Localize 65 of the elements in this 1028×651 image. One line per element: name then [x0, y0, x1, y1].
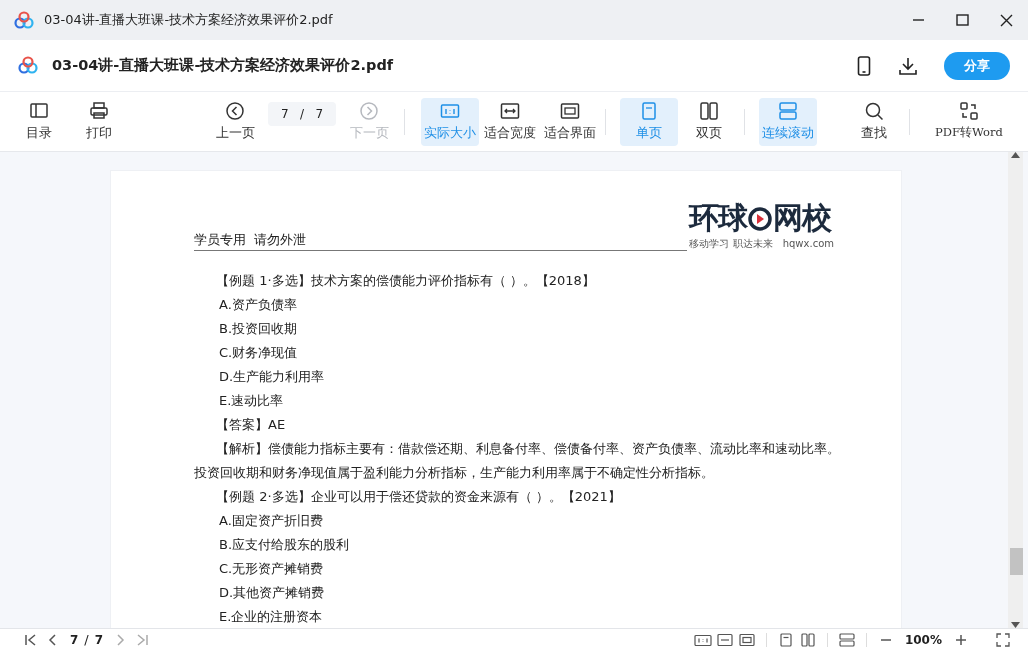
close-icon: [999, 13, 1013, 27]
logo-url: hqwx.com: [782, 237, 834, 251]
plus-icon: [954, 633, 968, 647]
double-page-icon: [699, 100, 719, 121]
fit-width-icon: [716, 633, 733, 647]
file-title: 03-04讲-直播大班课-技术方案经济效果评价2.pdf: [52, 55, 395, 75]
toolbar-button[interactable]: 双页: [680, 97, 738, 146]
toolbar-button[interactable]: 查找: [845, 97, 903, 146]
option-text: A.资产负债率: [218, 296, 298, 314]
question-text: 【答案】AE: [215, 416, 287, 434]
convert-icon: [959, 101, 979, 122]
toolbar-button[interactable]: 打印: [70, 97, 128, 146]
toolbar-button[interactable]: 适合界面: [541, 97, 599, 146]
single-page-icon: [778, 633, 793, 647]
previous-page-icon: [225, 100, 245, 121]
explanation-text: 【解析】偿债能力指标主要有：借款偿还期、利息备付率、偿债备付率、资产负债率、流动比率和速动比率。投资回收期和财务净现值属于盈利能力分析指标，生产能力利用率属于不确定性分析指标。: [194, 440, 841, 482]
logo-tagline: 移动学习 职达未来: [689, 237, 773, 251]
search-icon: [864, 100, 884, 121]
option-text: E.企业的注册资本: [218, 608, 324, 626]
sidebar-icon: [29, 100, 49, 121]
page-number: 7: [70, 632, 79, 649]
question-text: 【例题 1·多选】技术方案的偿债能力评价指标有（ ）。【2018】: [215, 272, 596, 290]
next-page-icon: [359, 100, 379, 121]
double-page-icon: [800, 633, 815, 647]
toolbar-button[interactable]: 目录: [10, 97, 68, 146]
first-page-icon: [24, 633, 38, 647]
question-text: 【例题 2·多选】企业可以用于偿还贷款的资金来源有（ ）。【2021】: [215, 488, 622, 506]
logo-text: 环球: [689, 203, 748, 233]
app-logo-icon: [18, 55, 40, 76]
fit-page-icon: [560, 100, 580, 121]
option-text: E.速动比率: [218, 392, 285, 410]
logo-text: 网校: [773, 203, 832, 233]
option-text: B.投资回收期: [218, 320, 299, 338]
option-text: B.应支付给股东的股利: [218, 536, 351, 554]
phone-icon: [857, 55, 871, 76]
toolbar-button[interactable]: 适合宽度: [481, 97, 539, 146]
play-icon: [747, 204, 774, 232]
option-text: D.生产能力利用率: [218, 368, 326, 386]
actual-size-icon: [693, 633, 712, 647]
scroll-thumb[interactable]: [1010, 548, 1023, 575]
app-logo-icon: [14, 11, 34, 29]
vertical-scrollbar[interactable]: [1008, 152, 1023, 628]
zoom-level: 100%: [904, 632, 942, 649]
page-number-field[interactable]: 7 / 7: [268, 101, 336, 126]
fit-page-icon: [738, 633, 755, 647]
option-text: D.其他资产摊销费: [218, 584, 326, 602]
scroll-up-icon: [1011, 152, 1020, 158]
continuous-scroll-icon: [778, 100, 798, 121]
option-text: C.无形资产摊销费: [218, 560, 325, 578]
toolbar-button[interactable]: PDF转Word: [924, 97, 1014, 146]
fullscreen-icon: [996, 633, 1010, 647]
page-separator: /: [84, 631, 89, 650]
window-title: 03-04讲-直播大班课-技术方案经济效果评价2.pdf: [44, 11, 334, 30]
option-text: C.财务净现值: [218, 344, 299, 362]
continuous-scroll-icon: [838, 633, 855, 647]
last-page-icon: [135, 633, 150, 647]
printer-icon: [89, 100, 109, 121]
page-header-text: 学员专用 请勿外泄: [194, 229, 688, 251]
maximize-icon: [955, 13, 969, 27]
total-pages: 7: [94, 632, 104, 649]
download-icon: [899, 56, 917, 75]
single-page-icon: [639, 100, 659, 121]
fit-width-icon: [500, 100, 520, 121]
option-text: A.固定资产折旧费: [218, 512, 324, 530]
toolbar-button[interactable]: 上一页: [206, 97, 264, 146]
